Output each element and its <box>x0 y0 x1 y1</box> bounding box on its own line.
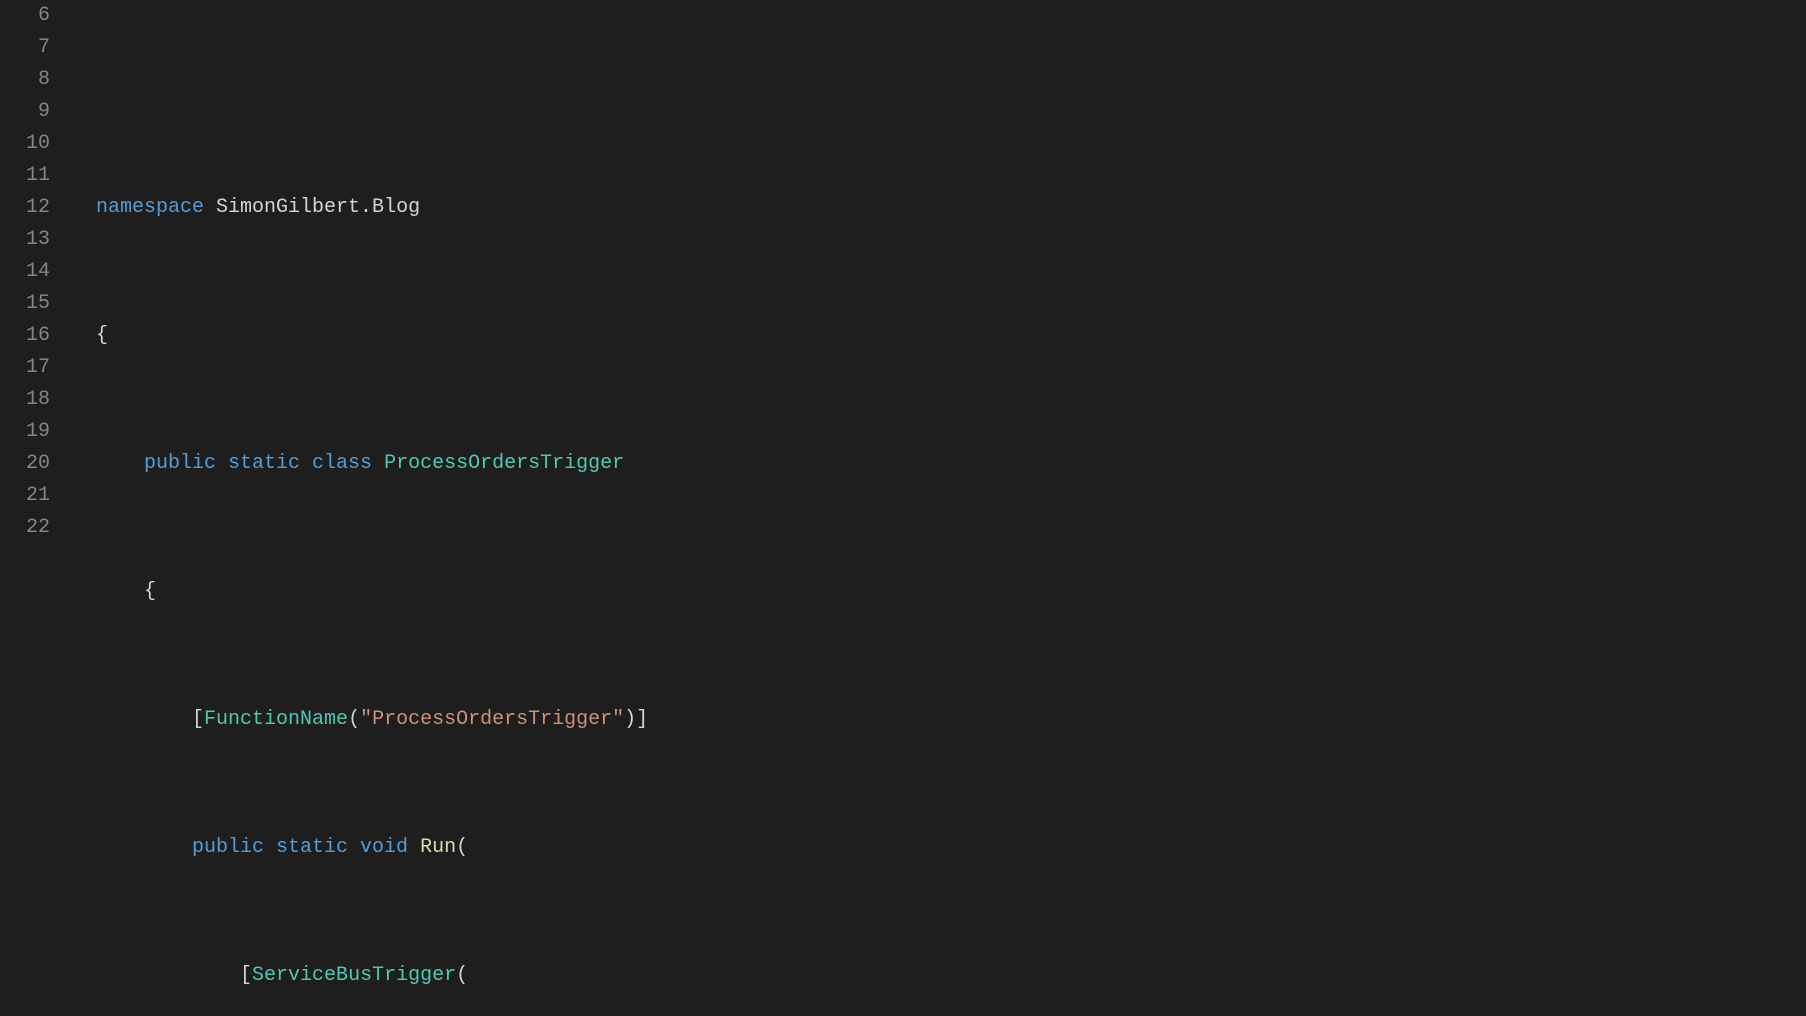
line-number: 18 <box>0 384 50 416</box>
brace-open: { <box>96 324 108 347</box>
line-number: 8 <box>0 64 50 96</box>
code-line: public static class ProcessOrdersTrigger <box>96 448 1806 480</box>
keyword-method-modifiers: public static void <box>192 836 408 859</box>
line-number: 22 <box>0 512 50 544</box>
method-name: Run <box>420 836 456 859</box>
line-number: 17 <box>0 352 50 384</box>
paren-open: ( <box>456 836 468 859</box>
code-content[interactable]: namespace SimonGilbert.Blog { public sta… <box>68 0 1806 508</box>
indent <box>96 964 240 987</box>
string-literal: "ProcessOrdersTrigger" <box>360 708 624 731</box>
code-line: [FunctionName("ProcessOrdersTrigger")] <box>96 704 1806 736</box>
code-line: { <box>96 576 1806 608</box>
line-number: 10 <box>0 128 50 160</box>
code-editor: 6 7 8 9 10 11 12 13 14 15 16 17 18 19 20… <box>0 0 1806 508</box>
brace-open: { <box>96 580 156 603</box>
code-line: namespace SimonGilbert.Blog <box>96 192 1806 224</box>
line-number: 6 <box>0 0 50 32</box>
attribute-name: ServiceBusTrigger <box>252 964 456 987</box>
line-number: 13 <box>0 224 50 256</box>
line-number: 16 <box>0 320 50 352</box>
line-number: 9 <box>0 96 50 128</box>
indent <box>96 836 192 859</box>
indent <box>96 708 192 731</box>
line-number: 7 <box>0 32 50 64</box>
line-number: 20 <box>0 448 50 480</box>
namespace-name: SimonGilbert.Blog <box>204 196 420 219</box>
keyword-namespace: namespace <box>96 196 204 219</box>
line-number: 19 <box>0 416 50 448</box>
class-name: ProcessOrdersTrigger <box>384 452 624 475</box>
line-number-gutter: 6 7 8 9 10 11 12 13 14 15 16 17 18 19 20… <box>0 0 68 508</box>
keyword-class-modifiers: public static class <box>144 452 372 475</box>
paren-open: ( <box>348 708 360 731</box>
code-line: { <box>96 320 1806 352</box>
indent <box>96 452 144 475</box>
paren-open: ( <box>456 964 468 987</box>
paren-close-bracket-close: )] <box>624 708 648 731</box>
line-number: 14 <box>0 256 50 288</box>
space <box>372 452 384 475</box>
bracket-open: [ <box>240 964 252 987</box>
bracket-open: [ <box>192 708 204 731</box>
attribute-name: FunctionName <box>204 708 348 731</box>
line-number: 21 <box>0 480 50 512</box>
line-number: 12 <box>0 192 50 224</box>
code-line: public static void Run( <box>96 832 1806 864</box>
line-number: 11 <box>0 160 50 192</box>
code-line: [ServiceBusTrigger( <box>96 960 1806 992</box>
space <box>408 836 420 859</box>
code-line <box>96 64 1806 96</box>
line-number: 15 <box>0 288 50 320</box>
